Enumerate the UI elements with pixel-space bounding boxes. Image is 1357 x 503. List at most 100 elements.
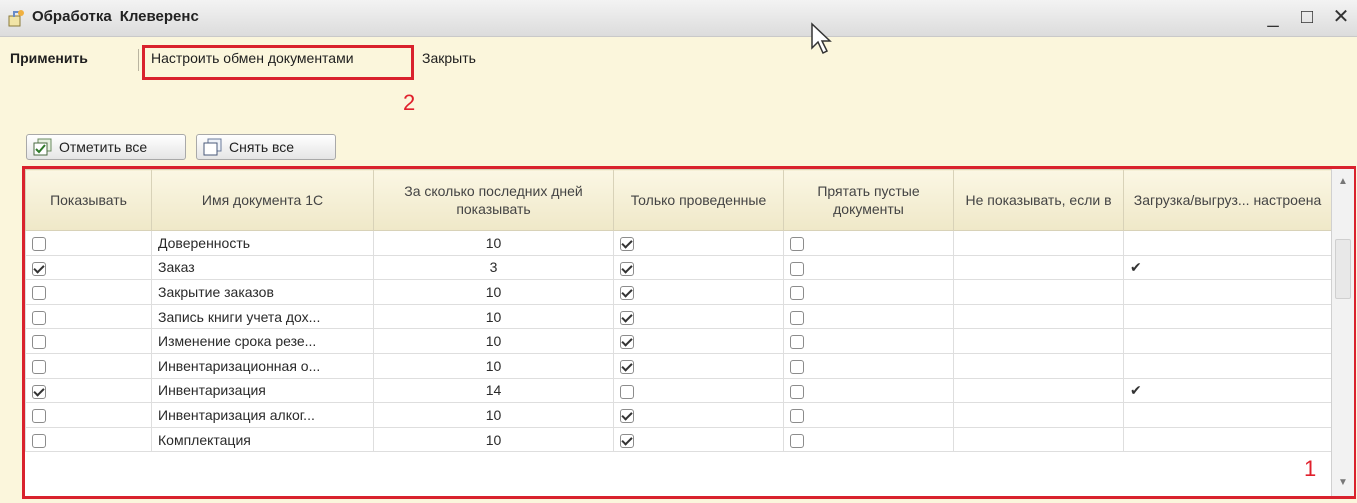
not-show-if-cell[interactable] xyxy=(953,328,1124,354)
days-cell[interactable]: 10 xyxy=(373,279,614,305)
exchange-configured-cell[interactable]: ✔ xyxy=(1123,254,1332,281)
scroll-down-icon[interactable]: ▼ xyxy=(1334,474,1352,492)
not-show-if-cell[interactable] xyxy=(953,377,1124,404)
days-cell[interactable]: 10 xyxy=(373,328,614,354)
hide-empty-checkbox[interactable] xyxy=(790,359,804,374)
uncheck-all-icon xyxy=(203,138,222,156)
column-header[interactable]: Не показывать, если в xyxy=(953,169,1124,231)
document-name-cell[interactable]: Инвентаризационная о... xyxy=(151,352,374,379)
app-icon xyxy=(8,10,24,27)
not-show-if-cell[interactable] xyxy=(953,303,1124,330)
vertical-scrollbar[interactable]: ▲ ▼ xyxy=(1331,169,1354,496)
hide-empty-checkbox[interactable] xyxy=(790,310,804,325)
hide-empty-checkbox[interactable] xyxy=(790,409,804,424)
hide-empty-checkbox[interactable] xyxy=(790,236,804,251)
check-all-button[interactable]: Отметить все xyxy=(26,134,186,160)
show-checkbox[interactable] xyxy=(32,310,46,325)
title-bar: Обработка Клеверенс _ □ ✕ xyxy=(0,0,1357,37)
table-row[interactable]: Изменение срока резе... 10 xyxy=(25,328,1332,354)
table-row[interactable]: Закрытие заказов 10 xyxy=(25,279,1332,305)
column-header[interactable]: Имя документа 1С xyxy=(151,169,374,231)
hide-empty-checkbox[interactable] xyxy=(790,433,804,448)
minimize-button[interactable]: _ xyxy=(1263,5,1283,29)
documents-table: Показывать Имя документа 1С За сколько пос… xyxy=(25,169,1332,453)
posted-only-checkbox[interactable] xyxy=(620,335,634,350)
document-name-cell[interactable]: Инвентаризация xyxy=(151,377,374,404)
exchange-configured-cell[interactable] xyxy=(1123,230,1332,256)
not-show-if-cell[interactable] xyxy=(953,254,1124,281)
posted-only-checkbox[interactable] xyxy=(620,310,634,325)
show-checkbox[interactable] xyxy=(32,433,46,448)
not-show-if-cell[interactable] xyxy=(953,402,1124,428)
scroll-thumb[interactable] xyxy=(1335,239,1351,299)
hide-empty-checkbox[interactable] xyxy=(790,286,804,301)
document-name-cell[interactable]: Изменение срока резе... xyxy=(151,328,374,354)
not-show-if-cell[interactable] xyxy=(953,230,1124,256)
exchange-configured-cell[interactable] xyxy=(1123,328,1332,354)
posted-only-checkbox[interactable] xyxy=(620,236,634,251)
table-row[interactable]: Инвентаризация 14 ✔ xyxy=(25,377,1332,404)
uncheck-all-button[interactable]: Снять все xyxy=(196,134,336,160)
not-show-if-cell[interactable] xyxy=(953,279,1124,305)
hide-empty-checkbox[interactable] xyxy=(790,261,804,276)
days-cell[interactable]: 10 xyxy=(373,402,614,428)
show-checkbox[interactable] xyxy=(32,409,46,424)
maximize-button[interactable]: □ xyxy=(1297,5,1317,29)
exchange-configured-cell[interactable] xyxy=(1123,303,1332,330)
column-header[interactable]: Прятать пустые документы xyxy=(783,169,954,231)
posted-only-checkbox[interactable] xyxy=(620,409,634,424)
table-row[interactable]: Инвентаризационная о... 10 xyxy=(25,352,1332,379)
table-body: Доверенность 10 Заказ 3 ✔ Закрытие заказов 10 З… xyxy=(25,230,1332,453)
exchange-configured-cell[interactable] xyxy=(1123,352,1332,379)
document-name-cell[interactable]: Инвентаризация алког... xyxy=(151,402,374,428)
table-row[interactable]: Инвентаризация алког... 10 xyxy=(25,402,1332,428)
close-window-button[interactable]: ✕ xyxy=(1331,5,1351,29)
posted-only-checkbox[interactable] xyxy=(620,359,634,374)
posted-only-checkbox[interactable] xyxy=(620,433,634,448)
hide-empty-checkbox[interactable] xyxy=(790,384,804,399)
exchange-configured-cell[interactable] xyxy=(1123,402,1332,428)
exchange-configured-cell[interactable]: ✔ xyxy=(1123,377,1332,404)
days-cell[interactable]: 10 xyxy=(373,426,614,453)
apply-button[interactable]: Применить xyxy=(10,50,88,66)
exchange-configured-cell[interactable] xyxy=(1123,426,1332,453)
show-checkbox[interactable] xyxy=(32,335,46,350)
not-show-if-cell[interactable] xyxy=(953,426,1124,453)
posted-only-checkbox[interactable] xyxy=(620,384,634,399)
column-header[interactable]: Показывать xyxy=(25,169,152,231)
show-checkbox[interactable] xyxy=(32,261,46,276)
table-header-row: Показывать Имя документа 1С За сколько пос… xyxy=(25,169,1332,231)
document-name-cell[interactable]: Запись книги учета дох... xyxy=(151,303,374,330)
exchange-configured-cell[interactable] xyxy=(1123,279,1332,305)
days-cell[interactable]: 14 xyxy=(373,377,614,404)
column-header[interactable]: Только проведенные xyxy=(613,169,784,231)
uncheck-all-label: Снять все xyxy=(229,139,295,155)
document-name-cell[interactable]: Комплектация xyxy=(151,426,374,453)
column-header[interactable]: За сколько последних дней показывать xyxy=(373,169,614,231)
hide-empty-checkbox[interactable] xyxy=(790,335,804,350)
posted-only-cell xyxy=(613,279,784,305)
document-name-cell[interactable]: Доверенность xyxy=(151,230,374,256)
close-button[interactable]: Закрыть xyxy=(422,50,476,66)
table-row[interactable]: Доверенность 10 xyxy=(25,230,1332,256)
show-checkbox[interactable] xyxy=(32,359,46,374)
posted-only-cell xyxy=(613,352,784,379)
days-cell[interactable]: 10 xyxy=(373,303,614,330)
show-checkbox[interactable] xyxy=(32,286,46,301)
table-row[interactable]: Запись книги учета дох... 10 xyxy=(25,303,1332,330)
days-cell[interactable]: 3 xyxy=(373,254,614,281)
posted-only-checkbox[interactable] xyxy=(620,286,634,301)
window-title-part1: Обработка xyxy=(32,8,112,25)
show-checkbox[interactable] xyxy=(32,236,46,251)
scroll-up-icon[interactable]: ▲ xyxy=(1334,173,1352,191)
days-cell[interactable]: 10 xyxy=(373,230,614,256)
days-cell[interactable]: 10 xyxy=(373,352,614,379)
not-show-if-cell[interactable] xyxy=(953,352,1124,379)
posted-only-checkbox[interactable] xyxy=(620,261,634,276)
show-checkbox[interactable] xyxy=(32,384,46,399)
table-row[interactable]: Заказ 3 ✔ xyxy=(25,254,1332,281)
document-name-cell[interactable]: Заказ xyxy=(151,254,374,281)
table-row[interactable]: Комплектация 10 xyxy=(25,426,1332,453)
column-header[interactable]: Загрузка/выгруз... настроена xyxy=(1123,169,1332,231)
document-name-cell[interactable]: Закрытие заказов xyxy=(151,279,374,305)
